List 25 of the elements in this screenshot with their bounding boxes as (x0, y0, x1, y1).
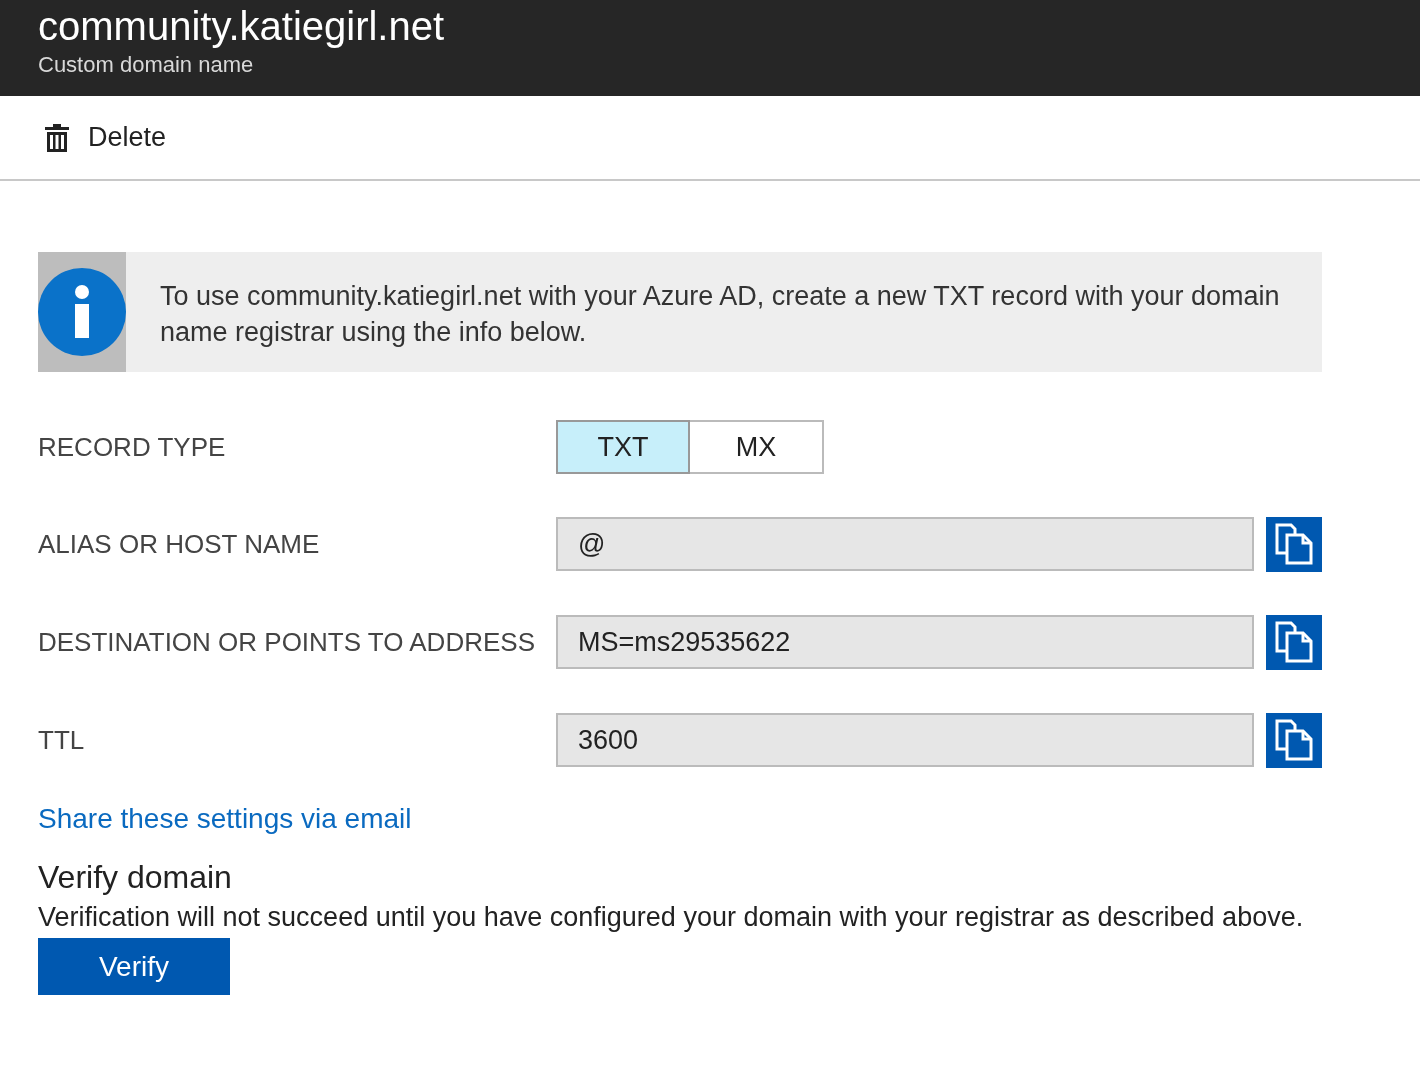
verify-button[interactable]: Verify (38, 938, 230, 995)
verify-description: Verification will not succeed until you have configured your domain with your registrar as described above. (38, 901, 1305, 934)
copy-button[interactable] (1266, 712, 1322, 768)
page-subtitle: Custom domain name (38, 51, 255, 79)
field-label: TTL (38, 724, 86, 756)
record-type-option[interactable]: MX (690, 420, 824, 474)
trash-icon (44, 123, 70, 152)
copy-icon (1275, 719, 1313, 761)
field-label: ALIAS OR HOST NAME (38, 528, 321, 560)
text-field[interactable]: MS=ms29535622 (556, 615, 1254, 669)
record-type-option[interactable]: TXT (556, 420, 690, 474)
page-title: community.katiegirl.net (38, 3, 446, 50)
copy-icon (1275, 523, 1313, 565)
share-email-link[interactable]: Share these settings via email (38, 803, 412, 835)
field-label: RECORD TYPE (38, 431, 227, 463)
copy-button[interactable] (1266, 614, 1322, 670)
info-icon (38, 268, 126, 356)
info-message: To use community.katiegirl.net with your Azure AD, create a new TXT record with your domain name registrar using the info below. (159, 280, 1281, 349)
text-field[interactable]: 3600 (556, 713, 1254, 767)
copy-button[interactable] (1266, 516, 1322, 572)
text-field[interactable]: @ (556, 517, 1254, 571)
section-title: Verify domain (38, 859, 233, 896)
field-label: DESTINATION OR POINTS TO ADDRESS (38, 626, 536, 658)
delete-button[interactable]: Delete (44, 122, 167, 153)
copy-icon (1275, 621, 1313, 663)
